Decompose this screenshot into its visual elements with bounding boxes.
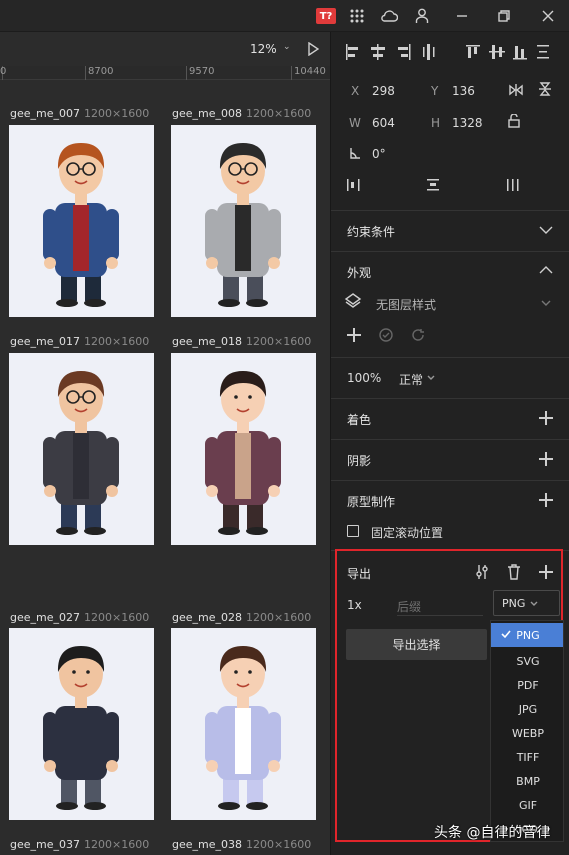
format-option-svg[interactable]: SVG — [491, 649, 563, 673]
prototype-header[interactable]: 原型制作 — [347, 493, 395, 510]
ruler-label: 8700 — [88, 66, 114, 77]
x-field[interactable]: 298 — [372, 84, 395, 98]
artboard-avatar[interactable] — [171, 353, 316, 545]
export-selection-button[interactable]: 导出选择 — [346, 629, 487, 660]
x-label: X — [351, 84, 360, 98]
format-option-pdf[interactable]: PDF — [491, 673, 563, 697]
frame-label[interactable]: gee_me_018 1200×1600 — [172, 335, 311, 348]
ruler-label: 10440 — [294, 66, 326, 77]
width-field[interactable]: 604 — [372, 116, 395, 130]
w-label: W — [349, 116, 361, 130]
title-bar: T? — [0, 0, 569, 32]
export-format-select[interactable]: PNG — [493, 590, 560, 616]
restore-icon[interactable] — [495, 7, 513, 25]
artboard-avatar[interactable] — [171, 125, 316, 317]
refresh-icon[interactable] — [411, 328, 425, 342]
y-label: Y — [431, 84, 439, 98]
zoom-level[interactable]: 12% — [250, 42, 277, 56]
chevron-down-icon — [530, 601, 538, 606]
ruler-label: 0 — [0, 66, 7, 77]
add-style-icon[interactable] — [347, 328, 361, 342]
format-option-tiff[interactable]: TIFF — [491, 745, 563, 769]
close-icon[interactable] — [539, 7, 557, 25]
chevron-up-icon[interactable] — [539, 265, 553, 275]
format-option-gif[interactable]: GIF — [491, 793, 563, 817]
avatar-illustration — [43, 646, 119, 810]
fill-header[interactable]: 着色 — [347, 411, 371, 428]
chevron-down-icon[interactable]: ⌄ — [283, 42, 291, 52]
add-fill-icon[interactable] — [539, 411, 553, 425]
unlock-icon[interactable] — [508, 114, 520, 128]
avatar-illustration — [205, 646, 281, 810]
cloud-icon[interactable] — [380, 7, 398, 25]
format-option-png[interactable]: PNG — [491, 623, 563, 647]
h-label: H — [431, 116, 441, 130]
layer-style-select[interactable]: 无图层样式 — [376, 296, 436, 313]
ruler-label: 9570 — [189, 66, 215, 77]
frame-label[interactable]: gee_me_037 1200×1600 — [10, 838, 149, 851]
flip-horizontal-icon[interactable] — [509, 84, 523, 96]
opacity-field[interactable]: 100% — [347, 371, 381, 385]
user-icon[interactable] — [413, 7, 431, 25]
format-option-jpg[interactable]: JPG — [491, 697, 563, 721]
rotation-icon — [350, 148, 360, 159]
frame-label[interactable]: gee_me_038 1200×1600 — [172, 838, 311, 851]
frame-label[interactable]: gee_me_017 1200×1600 — [10, 335, 149, 348]
export-format-menu: PNG SVG PDF JPG WEBP TIFF BMP GIF ICO — [490, 620, 564, 842]
avatar-illustration — [43, 143, 119, 307]
height-field[interactable]: 1328 — [452, 116, 483, 130]
artboard-avatar[interactable] — [9, 125, 154, 317]
check-circle-icon[interactable] — [379, 328, 393, 342]
format-option-bmp[interactable]: BMP — [491, 769, 563, 793]
horizontal-ruler: 0 8700 9570 10440 — [0, 66, 330, 80]
appearance-header[interactable]: 外观 — [347, 264, 371, 281]
frame-label[interactable]: gee_me_027 1200×1600 — [10, 611, 149, 624]
blend-mode-select[interactable]: 正常 — [399, 371, 423, 388]
artboard-avatar[interactable] — [171, 628, 316, 820]
shadow-header[interactable]: 阴影 — [347, 452, 371, 469]
distribute-toolbar-icon[interactable] — [347, 178, 547, 192]
artboard-avatar[interactable] — [9, 628, 154, 820]
flip-vertical-icon[interactable] — [539, 82, 551, 96]
fix-scroll-checkbox[interactable] — [347, 525, 359, 537]
add-prototype-icon[interactable] — [539, 493, 553, 507]
frame-label[interactable]: gee_me_008 1200×1600 — [172, 107, 311, 120]
frame-label[interactable]: gee_me_028 1200×1600 — [172, 611, 311, 624]
constraints-header[interactable]: 约束条件 — [347, 223, 395, 240]
canvas-toolbar: 12% ⌄ — [0, 32, 330, 66]
chevron-down-icon[interactable] — [539, 225, 553, 235]
typo-badge[interactable]: T? — [316, 8, 336, 24]
frame-label[interactable]: gee_me_007 1200×1600 — [10, 107, 149, 120]
add-shadow-icon[interactable] — [539, 452, 553, 466]
canvas-area[interactable]: 12% ⌄ 0 8700 9570 10440 gee_me_007 1200×1… — [0, 32, 330, 855]
fix-scroll-label: 固定滚动位置 — [371, 526, 444, 540]
y-field[interactable]: 136 — [452, 84, 475, 98]
minimize-icon[interactable] — [453, 7, 471, 25]
format-option-webp[interactable]: WEBP — [491, 721, 563, 745]
watermark: 头条 @自律的音律 — [434, 825, 551, 841]
grid-icon[interactable] — [348, 7, 366, 25]
avatar-illustration — [205, 371, 281, 535]
align-toolbar-icon[interactable] — [341, 44, 561, 62]
rotation-field[interactable]: 0° — [372, 147, 386, 161]
avatar-illustration — [43, 371, 119, 535]
play-icon[interactable] — [307, 41, 320, 59]
check-icon — [501, 630, 511, 639]
chevron-down-icon[interactable] — [541, 300, 551, 308]
avatar-illustration — [205, 143, 281, 307]
artboard-avatar[interactable] — [9, 353, 154, 545]
chevron-down-icon[interactable] — [427, 375, 435, 381]
layers-icon — [344, 293, 362, 308]
